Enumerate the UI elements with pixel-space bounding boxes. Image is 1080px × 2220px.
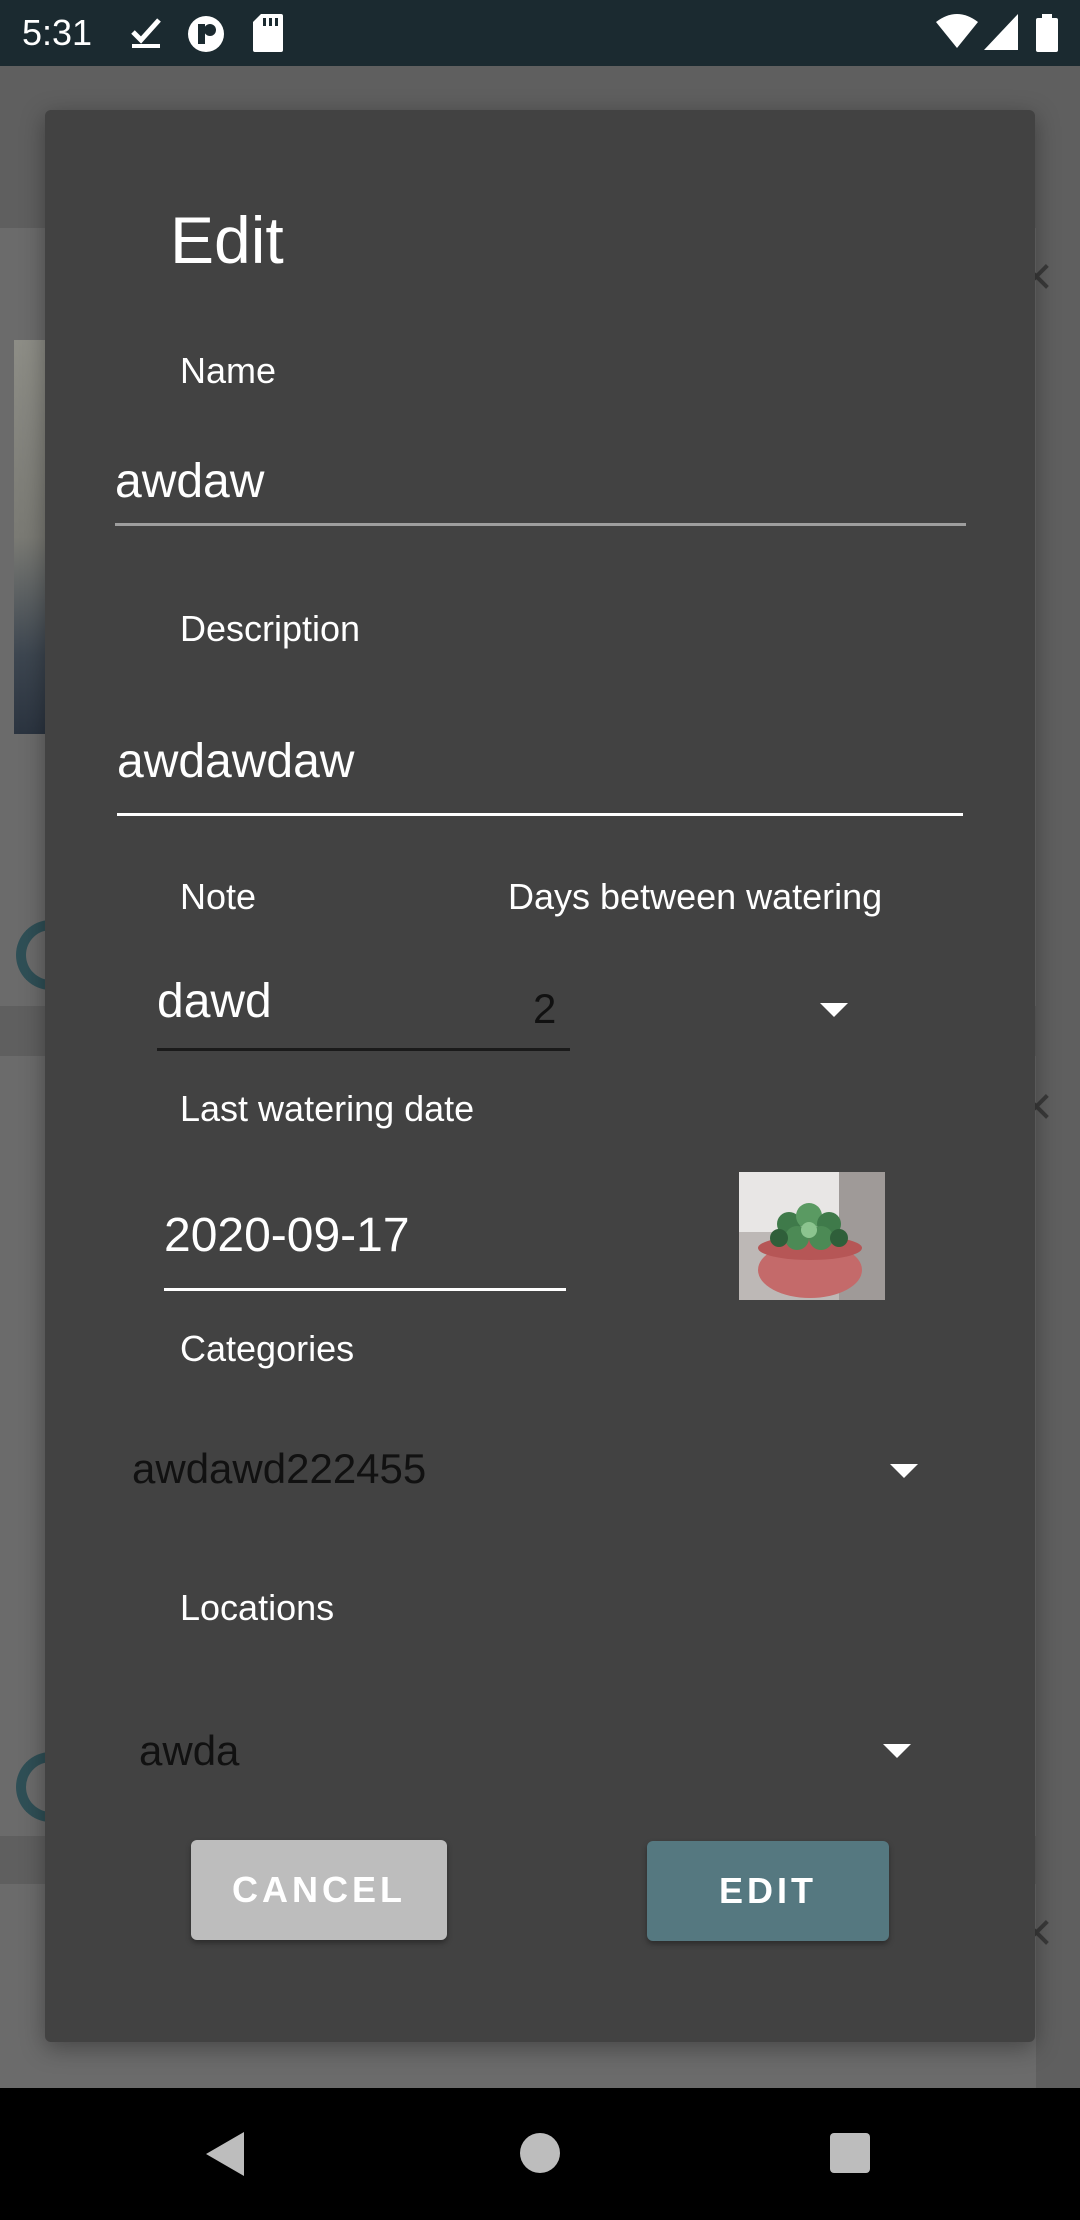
status-bar: 5:31 xyxy=(0,0,1080,66)
description-underline xyxy=(117,813,963,816)
home-icon[interactable] xyxy=(520,2133,560,2173)
categories-label: Categories xyxy=(180,1328,355,1369)
categories-dropdown[interactable]: awdawd222455 xyxy=(132,1444,426,1494)
dialog-title: Edit xyxy=(170,203,284,277)
back-icon[interactable] xyxy=(206,2132,244,2176)
recents-icon[interactable] xyxy=(830,2133,870,2173)
note-label: Note xyxy=(180,876,257,917)
description-input[interactable]: awdawdaw xyxy=(117,734,354,790)
status-time: 5:31 xyxy=(22,12,93,53)
last-watering-date-underline xyxy=(164,1288,566,1291)
days-dropdown-arrow-icon[interactable] xyxy=(820,1003,848,1017)
days-between-watering-value[interactable]: 2 xyxy=(533,984,556,1034)
podcast-icon xyxy=(188,16,224,52)
locations-dropdown[interactable]: awda xyxy=(139,1726,239,1776)
description-label: Description xyxy=(180,608,361,649)
cancel-button[interactable]: CANCEL xyxy=(191,1840,447,1940)
locations-dropdown-arrow-icon[interactable] xyxy=(883,1744,911,1758)
name-label: Name xyxy=(180,350,277,391)
download-done-icon xyxy=(131,18,161,48)
sd-card-icon xyxy=(253,14,283,52)
name-underline xyxy=(115,523,966,526)
categories-dropdown-arrow-icon[interactable] xyxy=(890,1464,918,1478)
succulent-plant-photo[interactable] xyxy=(739,1172,885,1300)
battery-icon xyxy=(1036,14,1058,52)
last-watering-date-input[interactable]: 2020-09-17 xyxy=(164,1208,410,1264)
note-input[interactable]: dawd xyxy=(157,974,272,1030)
last-watering-date-label: Last watering date xyxy=(180,1088,475,1129)
name-input[interactable]: awdaw xyxy=(115,454,264,510)
signal-icon xyxy=(984,14,1018,50)
days-between-watering-label: Days between watering xyxy=(508,876,883,917)
note-underline xyxy=(157,1048,570,1051)
wifi-icon xyxy=(936,14,978,48)
edit-button[interactable]: EDIT xyxy=(647,1841,889,1941)
locations-label: Locations xyxy=(180,1587,335,1628)
edit-dialog: Edit Name awdaw Description awdawdaw Not… xyxy=(45,110,1035,2042)
